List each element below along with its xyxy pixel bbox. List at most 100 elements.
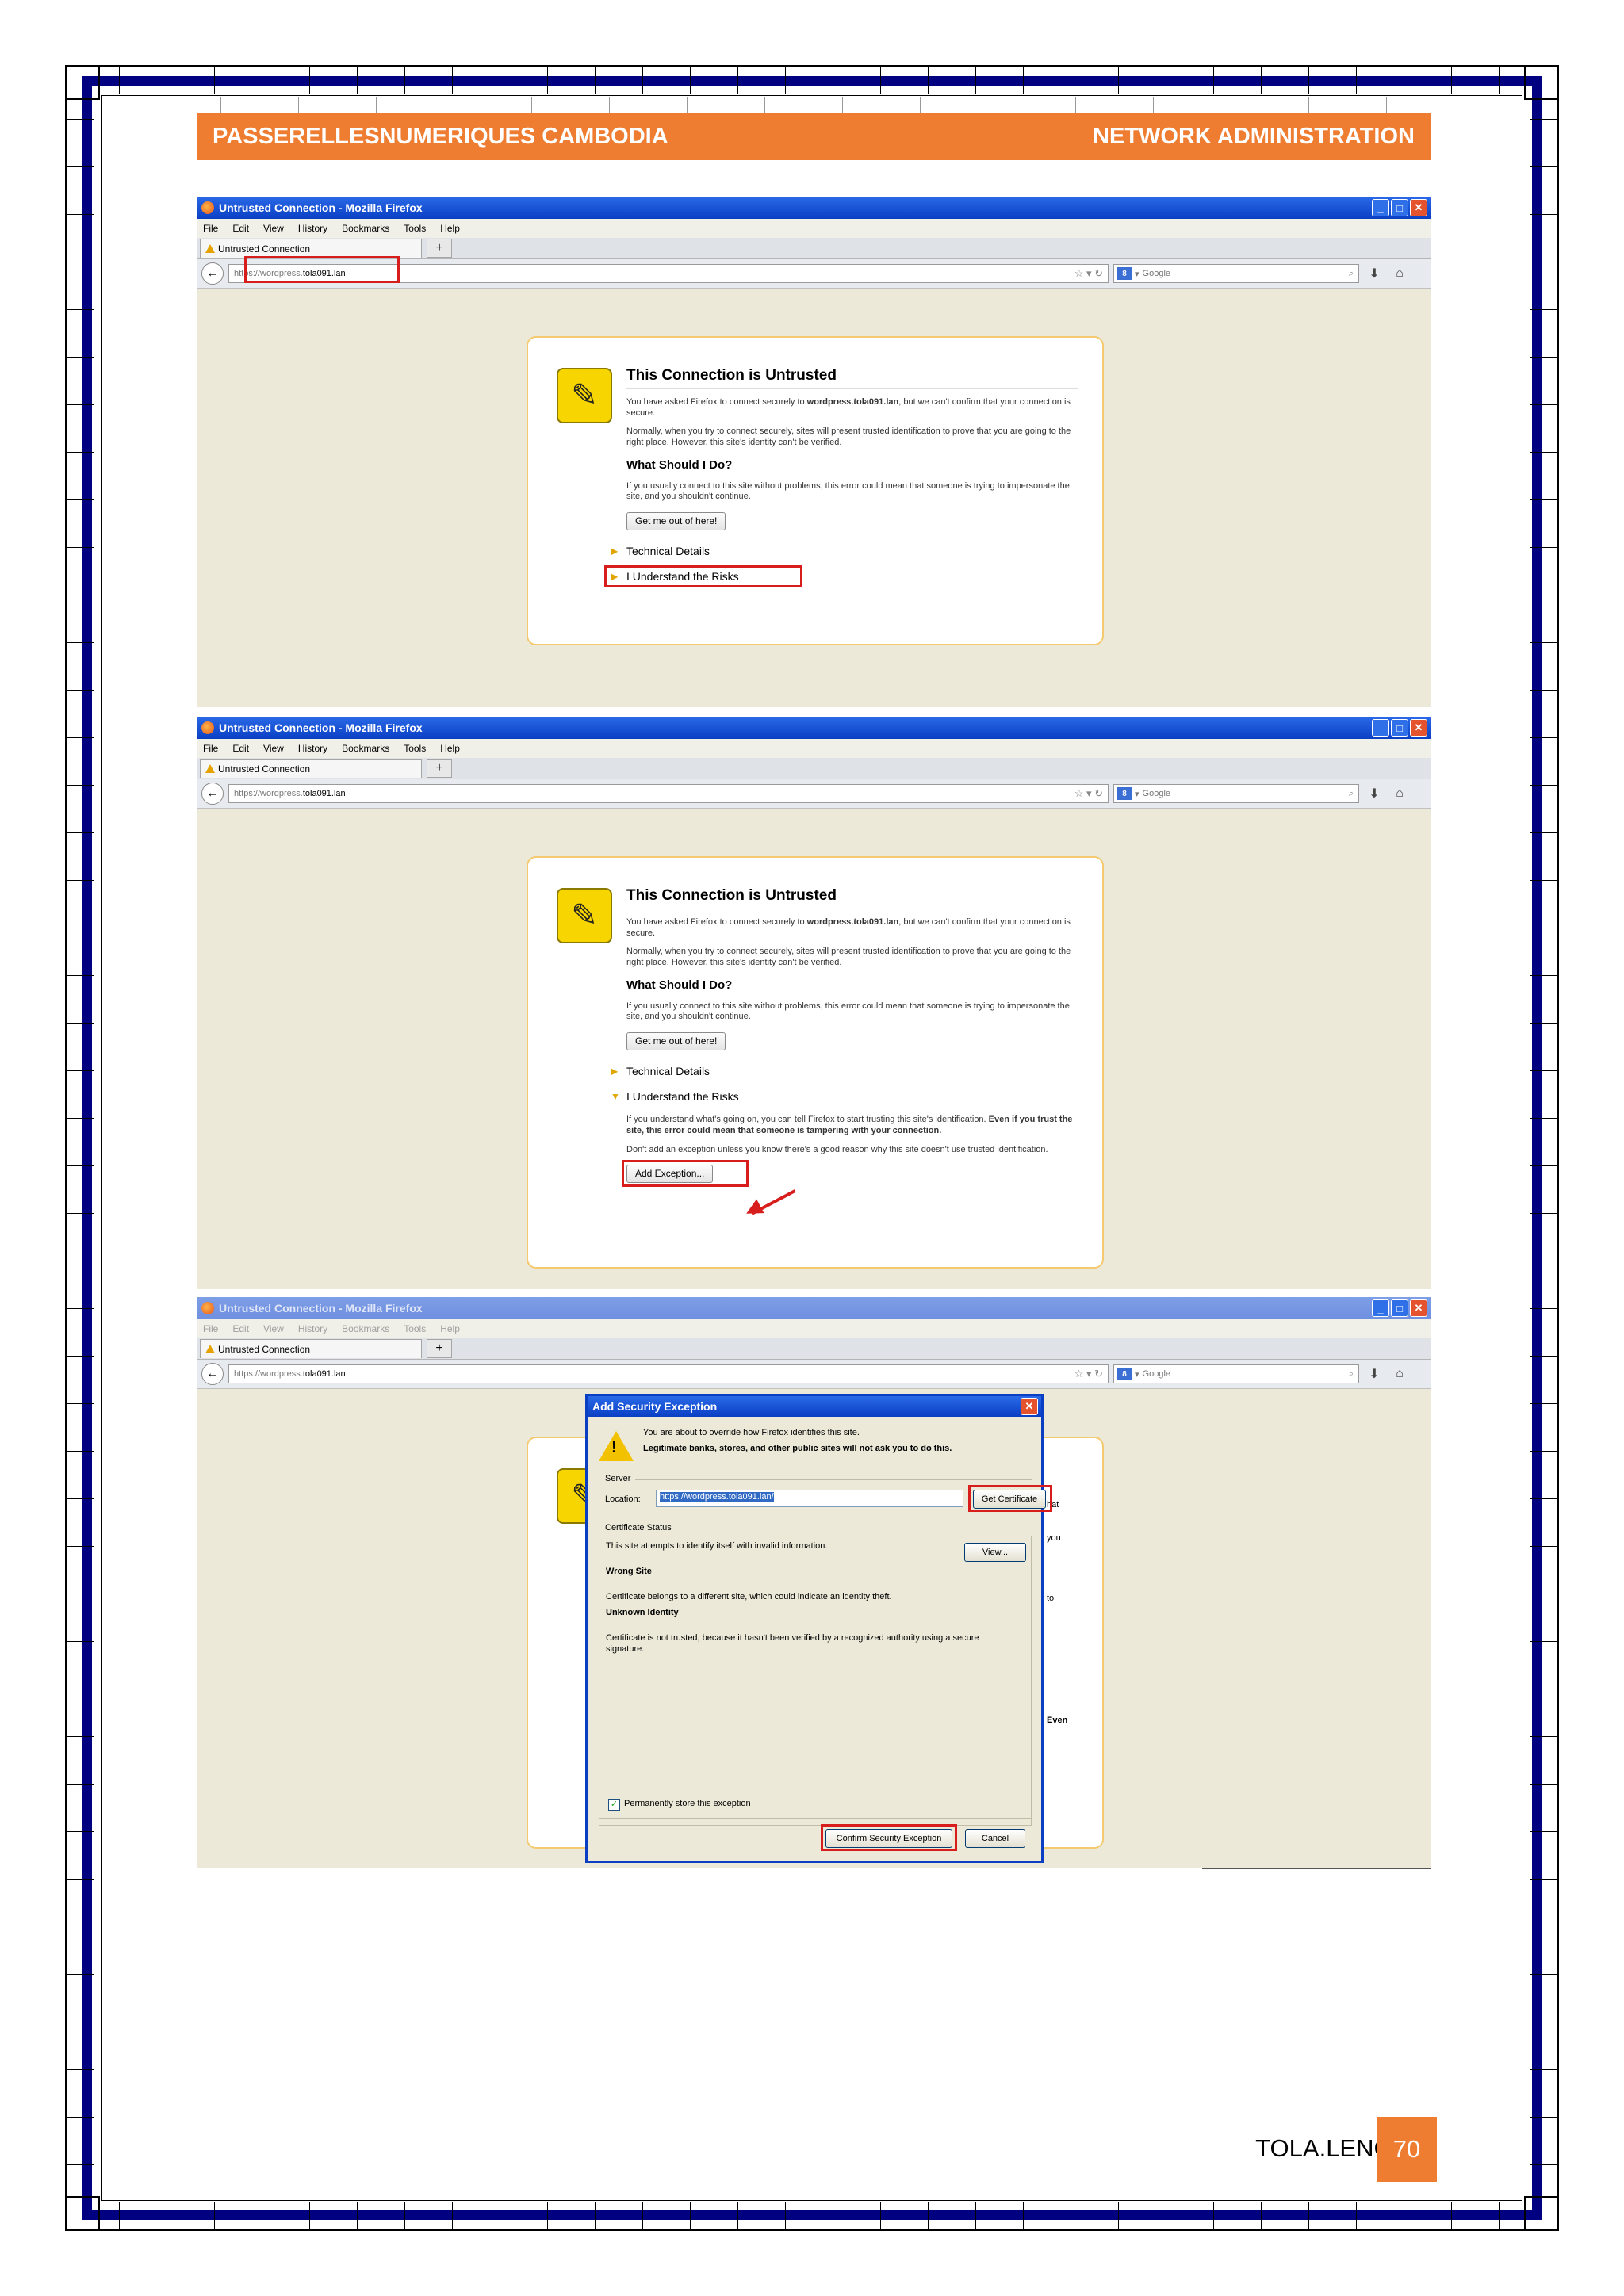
frame-tick bbox=[1356, 2202, 1357, 2229]
menu-tools[interactable]: Tools bbox=[404, 1323, 426, 1334]
menu-view[interactable]: View bbox=[263, 223, 284, 234]
search-bar[interactable]: 8 ▾ Google ⌕ bbox=[1113, 264, 1359, 283]
url-bar[interactable]: https://wordpress. tola091.lan ☆ ▾ ↻ bbox=[228, 1364, 1109, 1383]
menu-view[interactable]: View bbox=[263, 1323, 284, 1334]
minimize-button[interactable]: _ bbox=[1372, 199, 1389, 216]
frame-tick bbox=[1530, 309, 1557, 310]
frame-tick bbox=[67, 1118, 94, 1119]
search-engine-icon[interactable]: 8 bbox=[1117, 787, 1132, 800]
close-button[interactable]: ✕ bbox=[1410, 1299, 1427, 1317]
new-tab-button[interactable]: + bbox=[427, 1339, 452, 1358]
menu-help[interactable]: Help bbox=[440, 743, 460, 754]
menu-history[interactable]: History bbox=[298, 1323, 327, 1334]
search-placeholder: Google bbox=[1142, 269, 1171, 278]
tab-untrusted[interactable]: Untrusted Connection bbox=[200, 759, 422, 778]
frame-tick bbox=[67, 2164, 94, 2165]
new-tab-button[interactable]: + bbox=[427, 239, 452, 258]
search-bar[interactable]: 8 ▾ Google ⌕ bbox=[1113, 784, 1359, 803]
reload-icon[interactable]: ↻ bbox=[1094, 787, 1103, 799]
understand-risks-expander[interactable]: ▶ I Understand the Risks bbox=[604, 564, 1078, 587]
star-icon[interactable]: ☆ bbox=[1074, 267, 1084, 279]
magnifier-icon[interactable]: ⌕ bbox=[1349, 269, 1354, 279]
url-prefix: https://wordpress. bbox=[234, 789, 303, 798]
frame-tick bbox=[1530, 1451, 1557, 1452]
frame-tick bbox=[1530, 1356, 1557, 1357]
frame-tick bbox=[67, 1546, 94, 1547]
frame-tick bbox=[309, 67, 310, 94]
risk-text-1: If you understand what's going on, you c… bbox=[626, 1115, 1073, 1135]
close-button[interactable]: ✕ bbox=[1410, 199, 1427, 216]
menu-help[interactable]: Help bbox=[440, 223, 460, 234]
home-icon[interactable]: ⌂ bbox=[1389, 786, 1410, 801]
behind-text: you bbox=[1047, 1533, 1061, 1543]
reload-icon[interactable]: ↻ bbox=[1094, 267, 1103, 279]
magnifier-icon[interactable]: ⌕ bbox=[1349, 1369, 1354, 1380]
menu-tools[interactable]: Tools bbox=[404, 743, 426, 754]
menu-view[interactable]: View bbox=[263, 743, 284, 754]
arrow-left-icon[interactable]: ← bbox=[201, 1363, 224, 1385]
search-engine-icon[interactable]: 8 bbox=[1117, 267, 1132, 280]
download-icon[interactable]: ⬇ bbox=[1364, 786, 1385, 802]
arrow-left-icon[interactable]: ← bbox=[201, 783, 224, 805]
maximize-button[interactable]: □ bbox=[1391, 719, 1408, 737]
menu-edit[interactable]: Edit bbox=[232, 223, 249, 234]
menu-bookmarks[interactable]: Bookmarks bbox=[342, 1323, 389, 1334]
minimize-button[interactable]: _ bbox=[1372, 719, 1389, 737]
menu-file[interactable]: File bbox=[203, 223, 218, 234]
star-icon[interactable]: ☆ bbox=[1074, 787, 1084, 799]
minimize-button[interactable]: _ bbox=[1372, 1299, 1389, 1317]
magnifier-icon[interactable]: ⌕ bbox=[1349, 789, 1354, 799]
header-tick bbox=[764, 97, 765, 113]
menu-bar: File Edit View History Bookmarks Tools H… bbox=[197, 219, 1431, 238]
cert-status-box: This site attempts to identify itself wi… bbox=[599, 1536, 1032, 1826]
view-button[interactable]: View... bbox=[964, 1543, 1026, 1562]
arrow-left-icon[interactable]: ← bbox=[201, 262, 224, 285]
get-me-out-button[interactable]: Get me out of here! bbox=[626, 1032, 726, 1050]
maximize-button[interactable]: □ bbox=[1391, 1299, 1408, 1317]
menu-help[interactable]: Help bbox=[440, 1323, 460, 1334]
close-icon[interactable]: ✕ bbox=[1021, 1398, 1038, 1415]
permanent-checkbox[interactable]: ✓ bbox=[608, 1799, 620, 1811]
home-icon[interactable]: ⌂ bbox=[1389, 1367, 1410, 1381]
tab-untrusted[interactable]: Untrusted Connection bbox=[200, 239, 422, 258]
get-me-out-button[interactable]: Get me out of here! bbox=[626, 512, 726, 530]
download-icon[interactable]: ⬇ bbox=[1364, 1366, 1385, 1382]
menu-bookmarks[interactable]: Bookmarks bbox=[342, 743, 389, 754]
menu-file[interactable]: File bbox=[203, 1323, 218, 1334]
frame-tick bbox=[1356, 67, 1357, 94]
menu-bookmarks[interactable]: Bookmarks bbox=[342, 223, 389, 234]
frame-tick bbox=[1530, 1165, 1557, 1166]
url-bar[interactable]: https://wordpress. tola091.lan ☆ ▾ ↻ bbox=[228, 784, 1109, 803]
menu-edit[interactable]: Edit bbox=[232, 1323, 249, 1334]
close-button[interactable]: ✕ bbox=[1410, 719, 1427, 737]
menu-file[interactable]: File bbox=[203, 743, 218, 754]
maximize-button[interactable]: □ bbox=[1391, 199, 1408, 216]
frame-tick bbox=[404, 67, 405, 94]
firefox-icon bbox=[201, 721, 214, 734]
frame-tick bbox=[1530, 1641, 1557, 1642]
technical-details-expander[interactable]: ▶ Technical Details bbox=[611, 545, 1078, 559]
home-icon[interactable]: ⌂ bbox=[1389, 266, 1410, 281]
download-icon[interactable]: ⬇ bbox=[1364, 266, 1385, 281]
star-icon[interactable]: ☆ bbox=[1074, 1368, 1084, 1380]
menu-tools[interactable]: Tools bbox=[404, 223, 426, 234]
search-bar[interactable]: 8 ▾ Google ⌕ bbox=[1113, 1364, 1359, 1383]
location-input[interactable]: https://wordpress.tola091.lan/ bbox=[656, 1490, 963, 1507]
reload-icon[interactable]: ↻ bbox=[1094, 1368, 1103, 1380]
new-tab-button[interactable]: + bbox=[427, 759, 452, 778]
tab-label: Untrusted Connection bbox=[218, 763, 311, 775]
menu-history[interactable]: History bbox=[298, 743, 327, 754]
search-engine-icon[interactable]: 8 bbox=[1117, 1368, 1132, 1380]
understand-risks-expander[interactable]: ▼ I Understand the Risks bbox=[611, 1090, 1078, 1104]
cancel-button[interactable]: Cancel bbox=[965, 1829, 1025, 1848]
frame-tick bbox=[67, 1356, 94, 1357]
technical-details-expander[interactable]: ▶ Technical Details bbox=[611, 1065, 1078, 1079]
frame-tick bbox=[1499, 67, 1500, 94]
header-tick bbox=[220, 97, 221, 113]
menu-edit[interactable]: Edit bbox=[232, 743, 249, 754]
menu-history[interactable]: History bbox=[298, 223, 327, 234]
tab-untrusted[interactable]: Untrusted Connection bbox=[200, 1339, 422, 1358]
frame-tick bbox=[880, 2202, 881, 2229]
frame-tick bbox=[1308, 2202, 1309, 2229]
frame-tick bbox=[1213, 2202, 1214, 2229]
